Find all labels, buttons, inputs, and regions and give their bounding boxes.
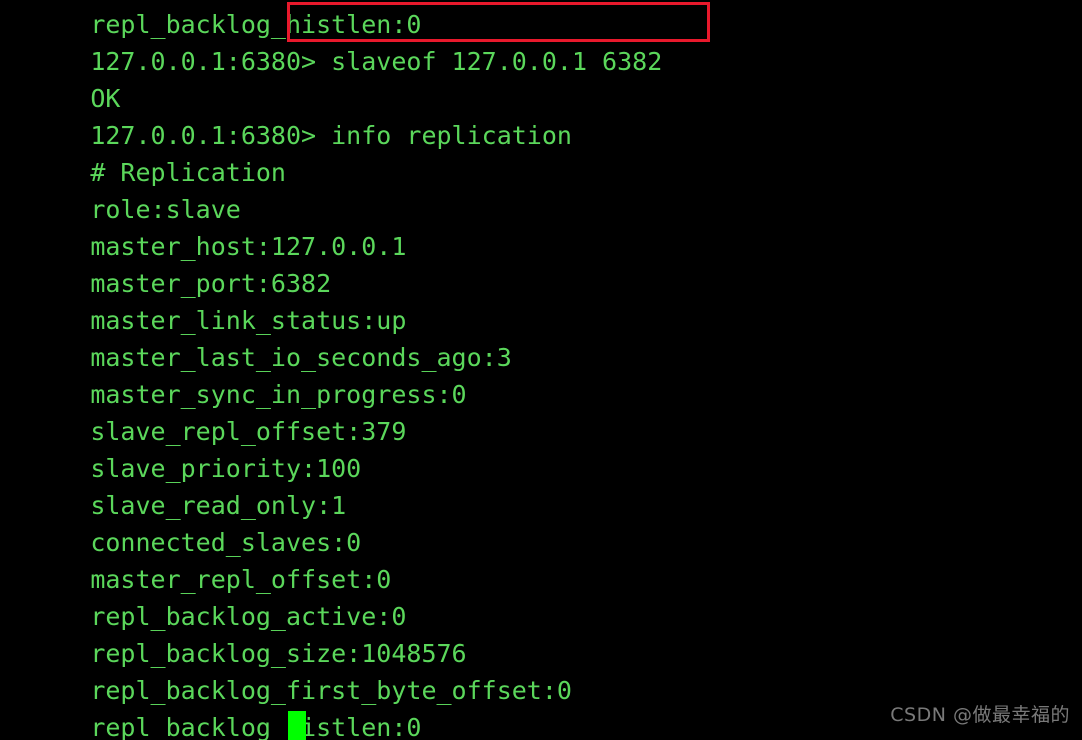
terminal-line-repl-backlog-first-byte-offset: repl_backlog_first_byte_offset:0: [0, 635, 1082, 705]
terminal-line-master-last-io-seconds-ago: master_last_io_seconds_ago:3: [0, 302, 1082, 372]
terminal-line-section-replication: # Replication: [0, 117, 1082, 187]
terminal-window[interactable]: repl_backlog_histlen:0 127.0.0.1:6380> s…: [0, 0, 1082, 740]
terminal-line-command-info-replication: 127.0.0.1:6380> info replication: [0, 80, 1082, 150]
terminal-line-master-sync-in-progress: master_sync_in_progress:0: [0, 339, 1082, 409]
terminal-line-master-host: master_host:127.0.0.1: [0, 191, 1082, 261]
terminal-line-slave-read-only: slave_read_only:1: [0, 450, 1082, 520]
terminal-line-command-slaveof: 127.0.0.1:6380> slaveof 127.0.0.1 6382: [0, 6, 1082, 76]
terminal-line-master-port: master_port:6382: [0, 228, 1082, 298]
terminal-line-master-link-status: master_link_status:up: [0, 265, 1082, 335]
terminal-line-role: role:slave: [0, 154, 1082, 224]
terminal-line-master-repl-offset: master_repl_offset:0: [0, 524, 1082, 594]
watermark-label: CSDN @做最幸福的: [890, 704, 1070, 726]
terminal-cursor: [288, 711, 306, 740]
terminal-line-repl-backlog-size: repl_backlog_size:1048576: [0, 598, 1082, 668]
terminal-output-area[interactable]: repl_backlog_histlen:0 127.0.0.1:6380> s…: [0, 0, 1082, 740]
terminal-line-reply-ok: OK: [0, 43, 1082, 113]
terminal-line-connected-slaves: connected_slaves:0: [0, 487, 1082, 557]
terminal-line-slave-repl-offset: slave_repl_offset:379: [0, 376, 1082, 446]
terminal-line-slave-priority: slave_priority:100: [0, 413, 1082, 483]
terminal-line-repl-backlog-active: repl_backlog_active:0: [0, 561, 1082, 631]
